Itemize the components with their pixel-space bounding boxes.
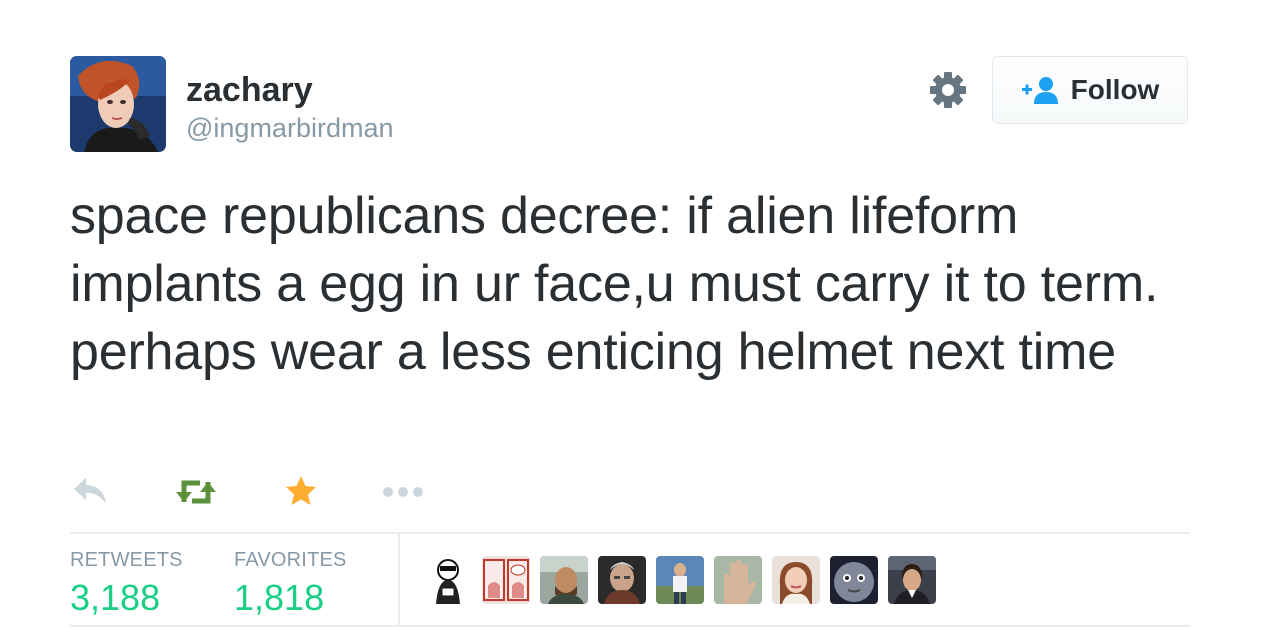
retweet-icon[interactable] (174, 476, 218, 508)
star-icon[interactable] (284, 474, 318, 508)
retweets-label: RETWEETS (70, 549, 183, 571)
add-user-icon (1021, 77, 1058, 104)
reply-icon[interactable] (72, 476, 108, 506)
display-name[interactable]: zachary (186, 70, 313, 110)
author-avatar[interactable] (70, 56, 166, 152)
favoriter-avatar[interactable] (540, 556, 588, 604)
favoriter-avatars (424, 556, 936, 604)
favoriter-avatar[interactable] (830, 556, 878, 604)
favorites-label: FAVORITES (234, 549, 347, 571)
stats-separator (398, 534, 400, 625)
favorites-count: 1,818 (234, 577, 325, 618)
favoriter-avatar[interactable] (714, 556, 762, 604)
favoriter-avatar[interactable] (424, 556, 472, 604)
user-avatar-icon (70, 56, 166, 152)
favorites-stat[interactable]: FAVORITES 1,818 (234, 548, 347, 620)
favoriter-avatar[interactable] (598, 556, 646, 604)
more-icon[interactable] (382, 484, 424, 500)
gear-icon[interactable] (928, 70, 968, 110)
follow-label: Follow (1070, 74, 1160, 105)
tweet-text: space republicans decree: if alien lifef… (70, 187, 1159, 381)
favoriter-avatar[interactable] (656, 556, 704, 604)
follow-button[interactable]: Follow (992, 56, 1188, 124)
stats-divider-bottom (70, 625, 1190, 627)
retweets-count: 3,188 (70, 577, 161, 618)
user-handle[interactable]: @ingmarbirdman (186, 112, 393, 144)
favoriter-avatar[interactable] (888, 556, 936, 604)
favoriter-avatar[interactable] (772, 556, 820, 604)
retweets-stat[interactable]: RETWEETS 3,188 (70, 548, 183, 620)
favoriter-avatar[interactable] (482, 556, 530, 604)
stats-divider-top (70, 532, 1190, 534)
